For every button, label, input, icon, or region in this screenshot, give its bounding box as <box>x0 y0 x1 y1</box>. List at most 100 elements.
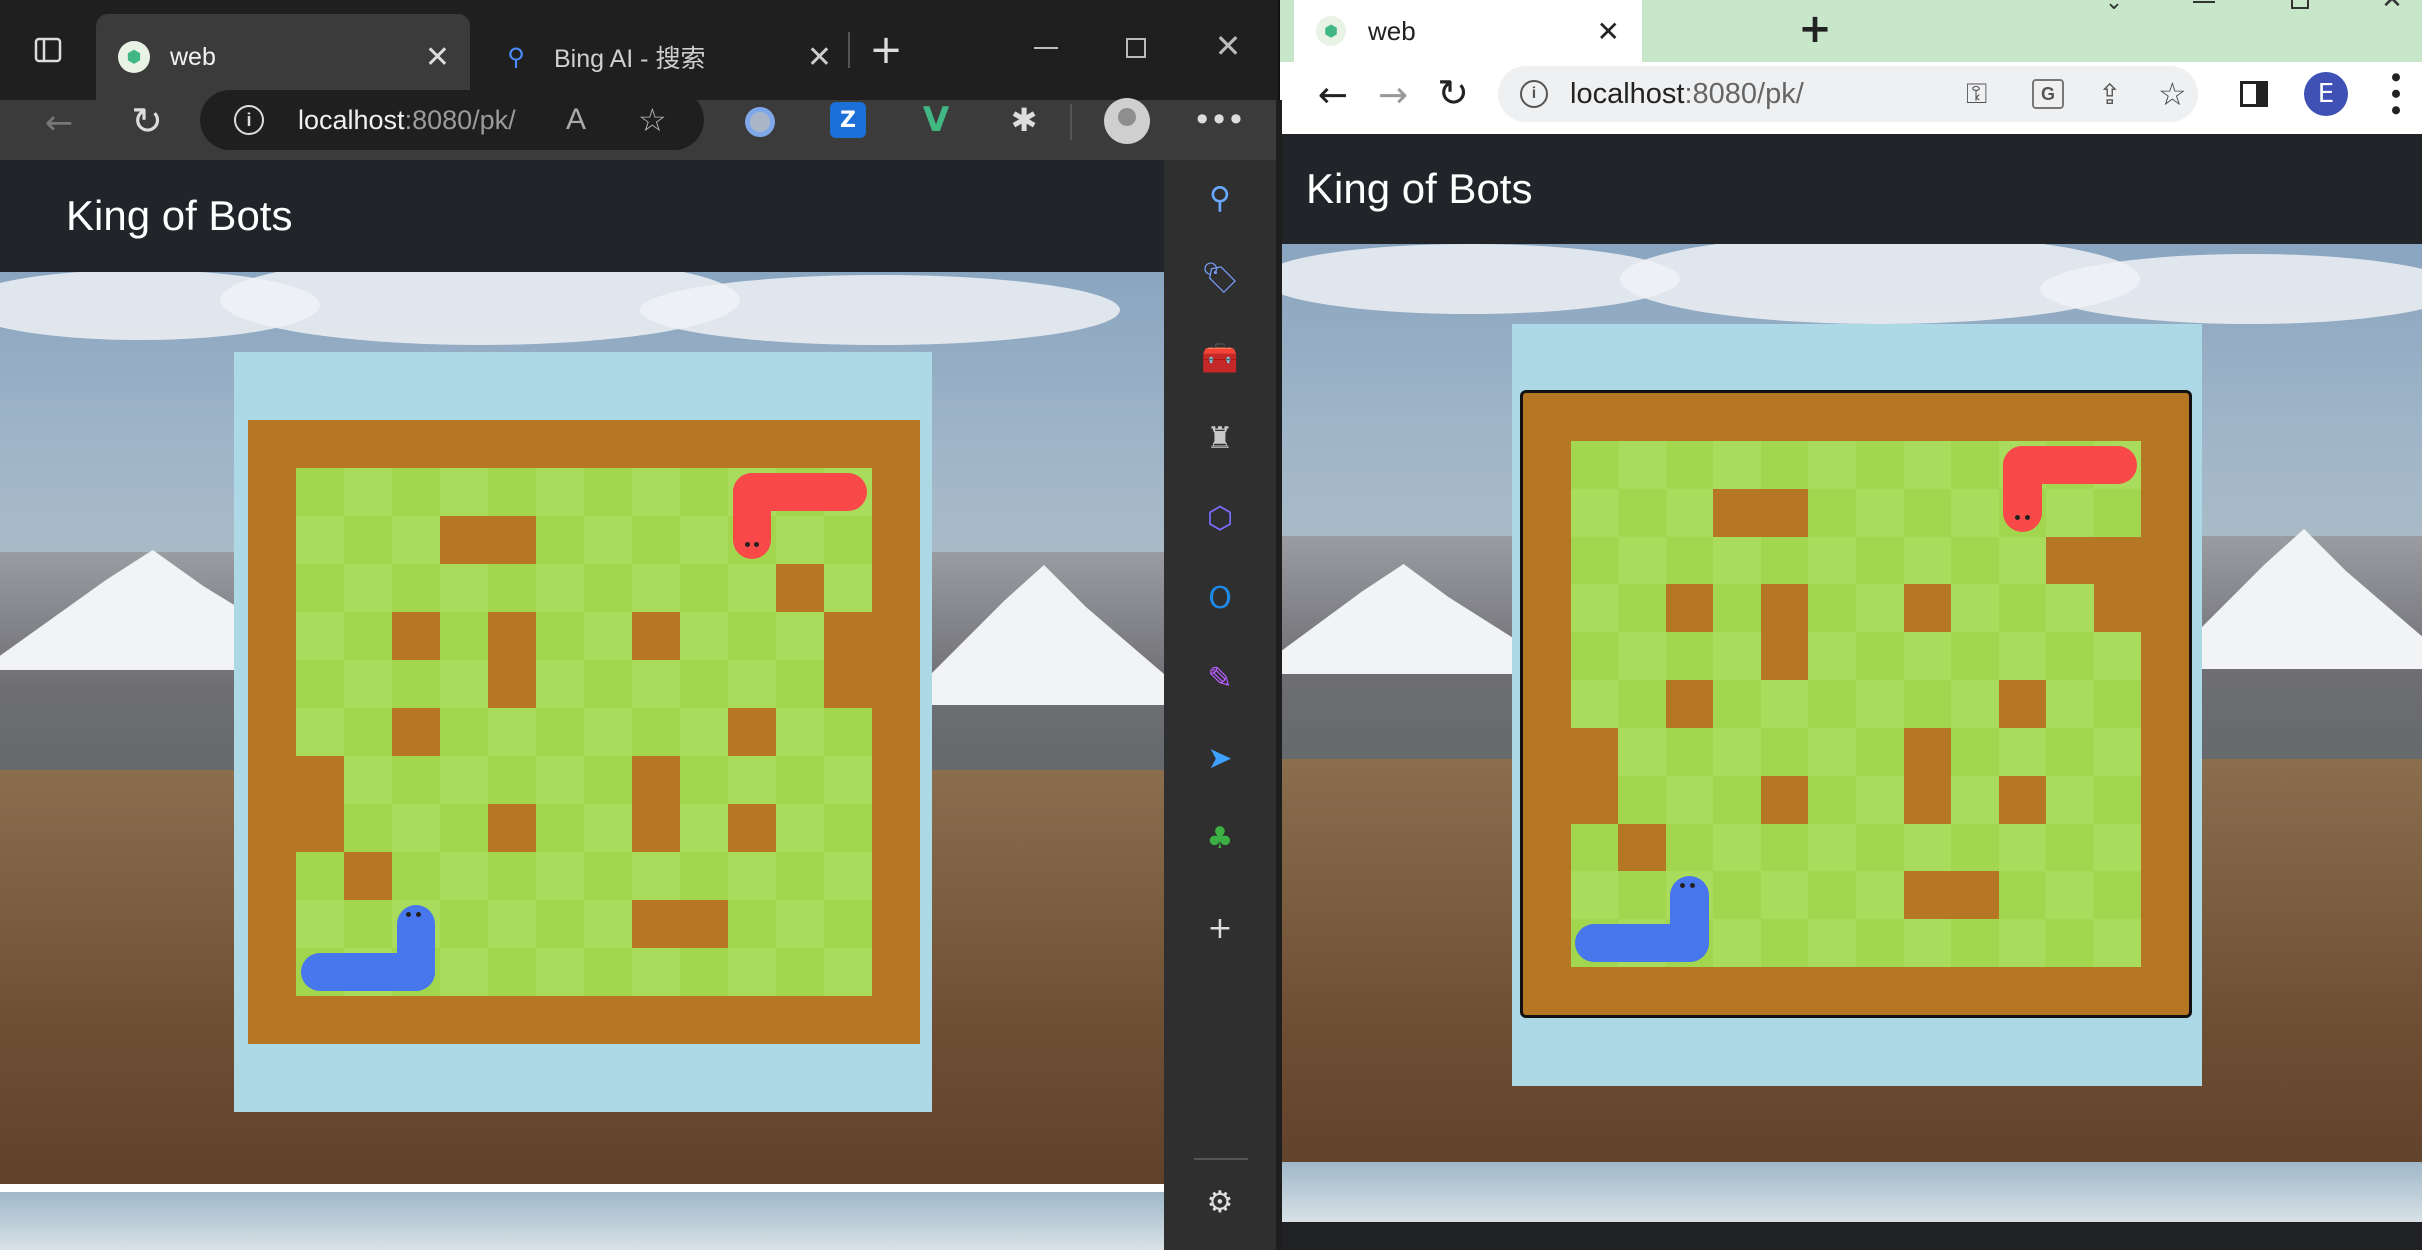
refresh-icon[interactable]: ↻ <box>122 96 172 146</box>
minimize-icon[interactable] <box>2184 0 2224 16</box>
more-menu-icon[interactable]: ••• <box>2379 69 2412 119</box>
copilot-icon[interactable]: ⬡ <box>1198 496 1242 540</box>
maximize-icon[interactable] <box>2280 0 2320 14</box>
grass-cell <box>1618 775 1666 824</box>
grass-cell <box>1998 727 2047 776</box>
grass-cell <box>1998 871 2047 920</box>
grass-cell <box>1855 823 1904 872</box>
grass-cell <box>1998 584 2047 633</box>
site-info-icon[interactable]: i <box>234 105 264 135</box>
game-map[interactable] <box>1520 390 2192 1018</box>
right-address-bar[interactable]: i localhost :8080/pk/ ⚿ G ⇪ ☆ <box>1498 66 2198 122</box>
grass-cell <box>1855 584 1904 633</box>
close-tab-icon[interactable]: ✕ <box>807 40 832 75</box>
grass-cell <box>1808 823 1856 872</box>
grass-cell <box>536 564 584 612</box>
grass-cell <box>296 468 344 516</box>
grass-cell <box>1713 871 1761 920</box>
grass-cell <box>1570 680 1619 728</box>
wall-block <box>1665 584 1714 633</box>
tab-web[interactable]: ⬢ web ✕ <box>1294 0 1642 62</box>
grass-cell <box>1951 680 1999 728</box>
left-browser-window: ⬢ web ✕ ⚲ Bing AI - 搜索 ✕ + ✕ ← ↻ i local… <box>0 0 1278 1250</box>
left-page-content: King of Bots <box>0 160 1164 1250</box>
grass-cell <box>632 852 680 900</box>
app-title[interactable]: King of Bots <box>66 192 292 240</box>
app-title[interactable]: King of Bots <box>1306 165 1532 213</box>
new-tab-icon[interactable]: + <box>864 27 908 73</box>
settings-icon[interactable]: ⚙ <box>1198 1180 1242 1224</box>
extension-circle-icon[interactable] <box>742 104 778 140</box>
new-tab-icon[interactable]: + <box>1792 6 1838 52</box>
game-map[interactable] <box>248 420 920 1044</box>
designer-icon[interactable]: ✎ <box>1198 656 1242 700</box>
grass-cell <box>1760 919 1809 968</box>
grass-cell <box>344 516 392 564</box>
tree-icon[interactable]: ♣ <box>1198 816 1242 860</box>
grass-cell <box>728 900 776 948</box>
wall-block <box>488 804 536 852</box>
more-menu-icon[interactable]: ••• <box>1193 98 1246 142</box>
close-tab-icon[interactable]: ✕ <box>425 40 450 75</box>
close-window-icon[interactable]: ✕ <box>2372 0 2412 15</box>
red-snake <box>2003 445 2042 532</box>
share-icon[interactable]: ⇪ <box>2098 78 2121 111</box>
url-host: localhost <box>1570 77 1685 110</box>
tab-actions-icon[interactable] <box>30 32 66 68</box>
toolbox-icon[interactable]: 🧰 <box>1198 336 1242 380</box>
grass-cell <box>1951 584 1999 633</box>
minimize-icon[interactable] <box>1026 28 1066 68</box>
search-icon[interactable]: ⚲ <box>1198 176 1242 220</box>
back-icon[interactable]: ← <box>1310 72 1356 118</box>
grass-cell <box>1951 440 1999 489</box>
side-panel-icon[interactable] <box>2236 76 2272 112</box>
bookmark-star-icon[interactable]: ☆ <box>2158 75 2187 113</box>
back-icon[interactable]: ← <box>34 98 84 148</box>
grass-cell <box>1998 823 2047 872</box>
tab-search-icon[interactable]: ⌄ <box>2094 0 2134 16</box>
outlook-icon[interactable]: O <box>1198 576 1242 620</box>
close-window-icon[interactable]: ✕ <box>1206 24 1250 68</box>
grass-cell <box>824 804 872 852</box>
grass-cell <box>1808 871 1856 920</box>
tag-icon[interactable]: 🏷 <box>1198 256 1242 300</box>
grass-cell <box>1713 536 1761 585</box>
wall-block <box>1998 680 2047 728</box>
send-icon[interactable]: ➤ <box>1198 736 1242 780</box>
grass-cell <box>1808 536 1856 585</box>
grass-cell <box>680 612 728 660</box>
grass-cell <box>728 660 776 708</box>
read-aloud-icon[interactable]: A <box>566 103 586 137</box>
tab-divider <box>848 32 850 68</box>
grass-cell <box>1713 727 1761 776</box>
grass-cell <box>440 948 488 996</box>
add-favorite-icon[interactable]: ☆ <box>638 101 667 139</box>
maximize-icon[interactable] <box>1116 28 1156 68</box>
grass-cell <box>824 756 872 804</box>
profile-avatar[interactable]: E <box>2304 72 2348 116</box>
chess-icon[interactable]: ♜ <box>1198 416 1242 460</box>
site-info-icon[interactable]: i <box>1520 80 1548 108</box>
app-navbar: King of Bots <box>1280 134 2422 244</box>
grass-cell <box>1570 440 1619 489</box>
profile-avatar[interactable] <box>1104 98 1150 144</box>
grass-cell <box>584 756 632 804</box>
translate-icon[interactable]: G <box>2032 79 2064 109</box>
grass-cell <box>1808 440 1856 489</box>
left-address-bar[interactable]: i localhost :8080/pk/ A ☆ <box>200 90 704 150</box>
grass-cell <box>680 852 728 900</box>
password-key-icon[interactable]: ⚿ <box>1966 78 1987 111</box>
grass-cell <box>1951 919 1999 968</box>
grass-cell <box>776 612 824 660</box>
tab-web[interactable]: ⬢ web ✕ <box>96 14 470 100</box>
add-icon[interactable]: + <box>1198 906 1242 950</box>
extension-z-icon[interactable]: Z <box>830 102 866 138</box>
forward-icon[interactable]: → <box>1370 72 1416 118</box>
extensions-puzzle-icon[interactable]: ✱ <box>1004 100 1044 140</box>
tab-bing[interactable]: ⚲ Bing AI - 搜索 ✕ <box>478 14 852 100</box>
tab-title: web <box>1368 15 1416 46</box>
close-tab-icon[interactable]: ✕ <box>1597 15 1620 48</box>
refresh-icon[interactable]: ↻ <box>1430 70 1476 116</box>
vue-devtools-icon[interactable]: V <box>916 100 956 140</box>
grass-cell <box>1903 680 1952 728</box>
